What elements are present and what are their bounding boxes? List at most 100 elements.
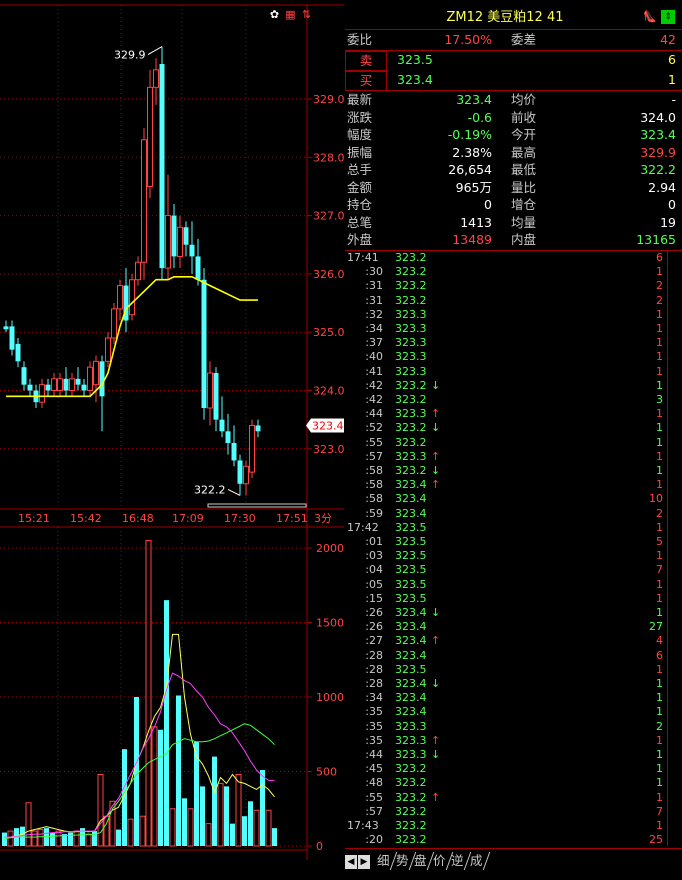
tick-time: :26 xyxy=(365,606,383,619)
tick-row: :35 323.4 1 xyxy=(345,705,665,719)
stat-value: 13165 xyxy=(636,232,676,247)
tick-row: :30 323.2 1 xyxy=(345,265,665,279)
high-label: 329.9 xyxy=(114,49,146,62)
candle xyxy=(69,373,75,397)
sell-price: 323.5 xyxy=(397,52,433,67)
stat-value: 13489 xyxy=(452,232,492,247)
candle-body xyxy=(183,227,189,245)
volume-axis-label: 500 xyxy=(316,766,337,779)
tick-volume: 5 xyxy=(656,535,663,548)
divider xyxy=(345,29,682,30)
tick-price: 323.2 xyxy=(395,833,427,847)
high-marker xyxy=(147,46,163,55)
candle xyxy=(219,396,225,438)
candle xyxy=(87,361,93,397)
candle xyxy=(3,320,9,333)
tick-time: :31 xyxy=(365,279,383,293)
tick-row: :40 323.3 1 xyxy=(345,350,665,364)
candle xyxy=(21,361,27,391)
chart-grid xyxy=(0,4,344,860)
tick-time: :44 xyxy=(365,748,383,761)
low-marker xyxy=(227,488,241,496)
price-axis-label: 324.0 xyxy=(313,385,344,398)
candle-body xyxy=(63,378,69,391)
candle xyxy=(111,303,117,344)
candle-body xyxy=(69,378,75,391)
tick-time: :28 xyxy=(365,677,383,690)
volume-bar xyxy=(200,786,205,846)
card-icon[interactable]: ▦ xyxy=(284,8,297,21)
price-axis-label: 325.0 xyxy=(313,326,344,339)
candle-body xyxy=(237,460,243,484)
stat-label: 持仓 xyxy=(347,197,373,212)
tick-time: :58 xyxy=(365,464,383,477)
volume-bar xyxy=(127,818,134,847)
chart-area[interactable]: 323.0 324.0 325.0 326.0 327.0 328.0 329.0 323.4… xyxy=(0,0,344,860)
time-axis-label: 17:51 xyxy=(276,512,308,525)
stat-label: 均量 xyxy=(511,214,537,230)
stats-row: 振幅 2.38% 最高 329.9 xyxy=(345,144,680,162)
stat-label: 前收 xyxy=(511,109,537,125)
price-axis-label: 328.0 xyxy=(313,151,344,164)
expand-icon[interactable]: ⇕ xyxy=(661,10,675,24)
tick-time: :59 xyxy=(365,506,383,520)
tick-row: :28 323.5 1 xyxy=(345,663,665,677)
tick-time: :45 xyxy=(365,762,383,776)
stats-row: 持仓 0 增仓 0 xyxy=(345,196,680,214)
weibi-row: 委比 17.50% 委差 42 xyxy=(345,31,680,49)
tick-price: 323.4 xyxy=(395,478,427,492)
tick-scrollbar[interactable] xyxy=(667,250,681,846)
chart-scroll-thumb xyxy=(207,503,307,508)
stat-label: 增仓 xyxy=(511,197,537,212)
candle-body xyxy=(51,378,57,391)
tick-volume: 2 xyxy=(656,719,663,733)
tick-time: :01 xyxy=(365,535,383,548)
tick-row: :55 323.2 1 xyxy=(345,436,665,450)
buy-row[interactable]: 买 323.4 1 xyxy=(345,70,680,91)
buy-label: 买 xyxy=(345,71,387,91)
stats-row: 金额 965万 量比 2.94 xyxy=(345,179,680,197)
volume-bar xyxy=(20,826,25,846)
sell-row[interactable]: 卖 323.5 6 xyxy=(345,50,680,71)
volume-bar xyxy=(122,749,127,846)
tick-price: 323.2 xyxy=(395,393,427,406)
candle-body xyxy=(189,244,195,257)
tick-price: 323.4 xyxy=(395,492,427,506)
tick-time: 17:42 xyxy=(347,520,379,534)
tick-arrow-icon: ↓ xyxy=(431,464,441,477)
shoe-icon[interactable]: 👠 xyxy=(643,10,657,24)
sort-icon[interactable]: ⇅ xyxy=(300,8,313,21)
tab-prev-button[interactable]: ◀ xyxy=(345,854,357,869)
tick-time: :27 xyxy=(365,634,383,648)
candle-body xyxy=(93,360,99,386)
candle-body xyxy=(99,361,105,397)
tick-volume: 1 xyxy=(656,733,663,747)
tick-time: :42 xyxy=(365,378,383,392)
tick-row: :42 323.2 ↓ 1 xyxy=(345,379,665,393)
tick-price: 323.5 xyxy=(395,535,427,548)
tick-row: :04 323.5 7 xyxy=(345,563,665,577)
volume-bar xyxy=(217,782,224,847)
tick-row: :44 323.3 ↑ 1 xyxy=(345,407,665,421)
candle xyxy=(141,128,147,280)
stat-label: 振幅 xyxy=(347,144,373,160)
tick-time: :42 xyxy=(365,393,383,406)
tick-volume: 10 xyxy=(649,492,663,506)
settings-icon[interactable]: ✿ xyxy=(268,8,281,21)
tick-arrow-icon: ↑ xyxy=(431,790,441,804)
candle xyxy=(165,174,171,280)
volume-bar xyxy=(248,801,253,846)
volume-bar xyxy=(242,816,247,846)
volume-bar xyxy=(176,695,181,846)
stats-row: 总笔 1413 均量 19 xyxy=(345,214,680,232)
tick-time: :35 xyxy=(365,705,383,719)
stat-value: 1413 xyxy=(460,214,492,230)
tick-time: :35 xyxy=(365,733,383,747)
stat-value: 0 xyxy=(668,197,676,212)
tick-arrow-icon: ↑ xyxy=(431,733,441,747)
stat-value: 324.0 xyxy=(640,109,676,125)
tick-time: :37 xyxy=(365,336,383,350)
tick-volume: 1 xyxy=(656,577,663,591)
tick-price: 323.2 xyxy=(395,819,427,832)
tab-next-button[interactable]: ▶ xyxy=(358,854,370,869)
